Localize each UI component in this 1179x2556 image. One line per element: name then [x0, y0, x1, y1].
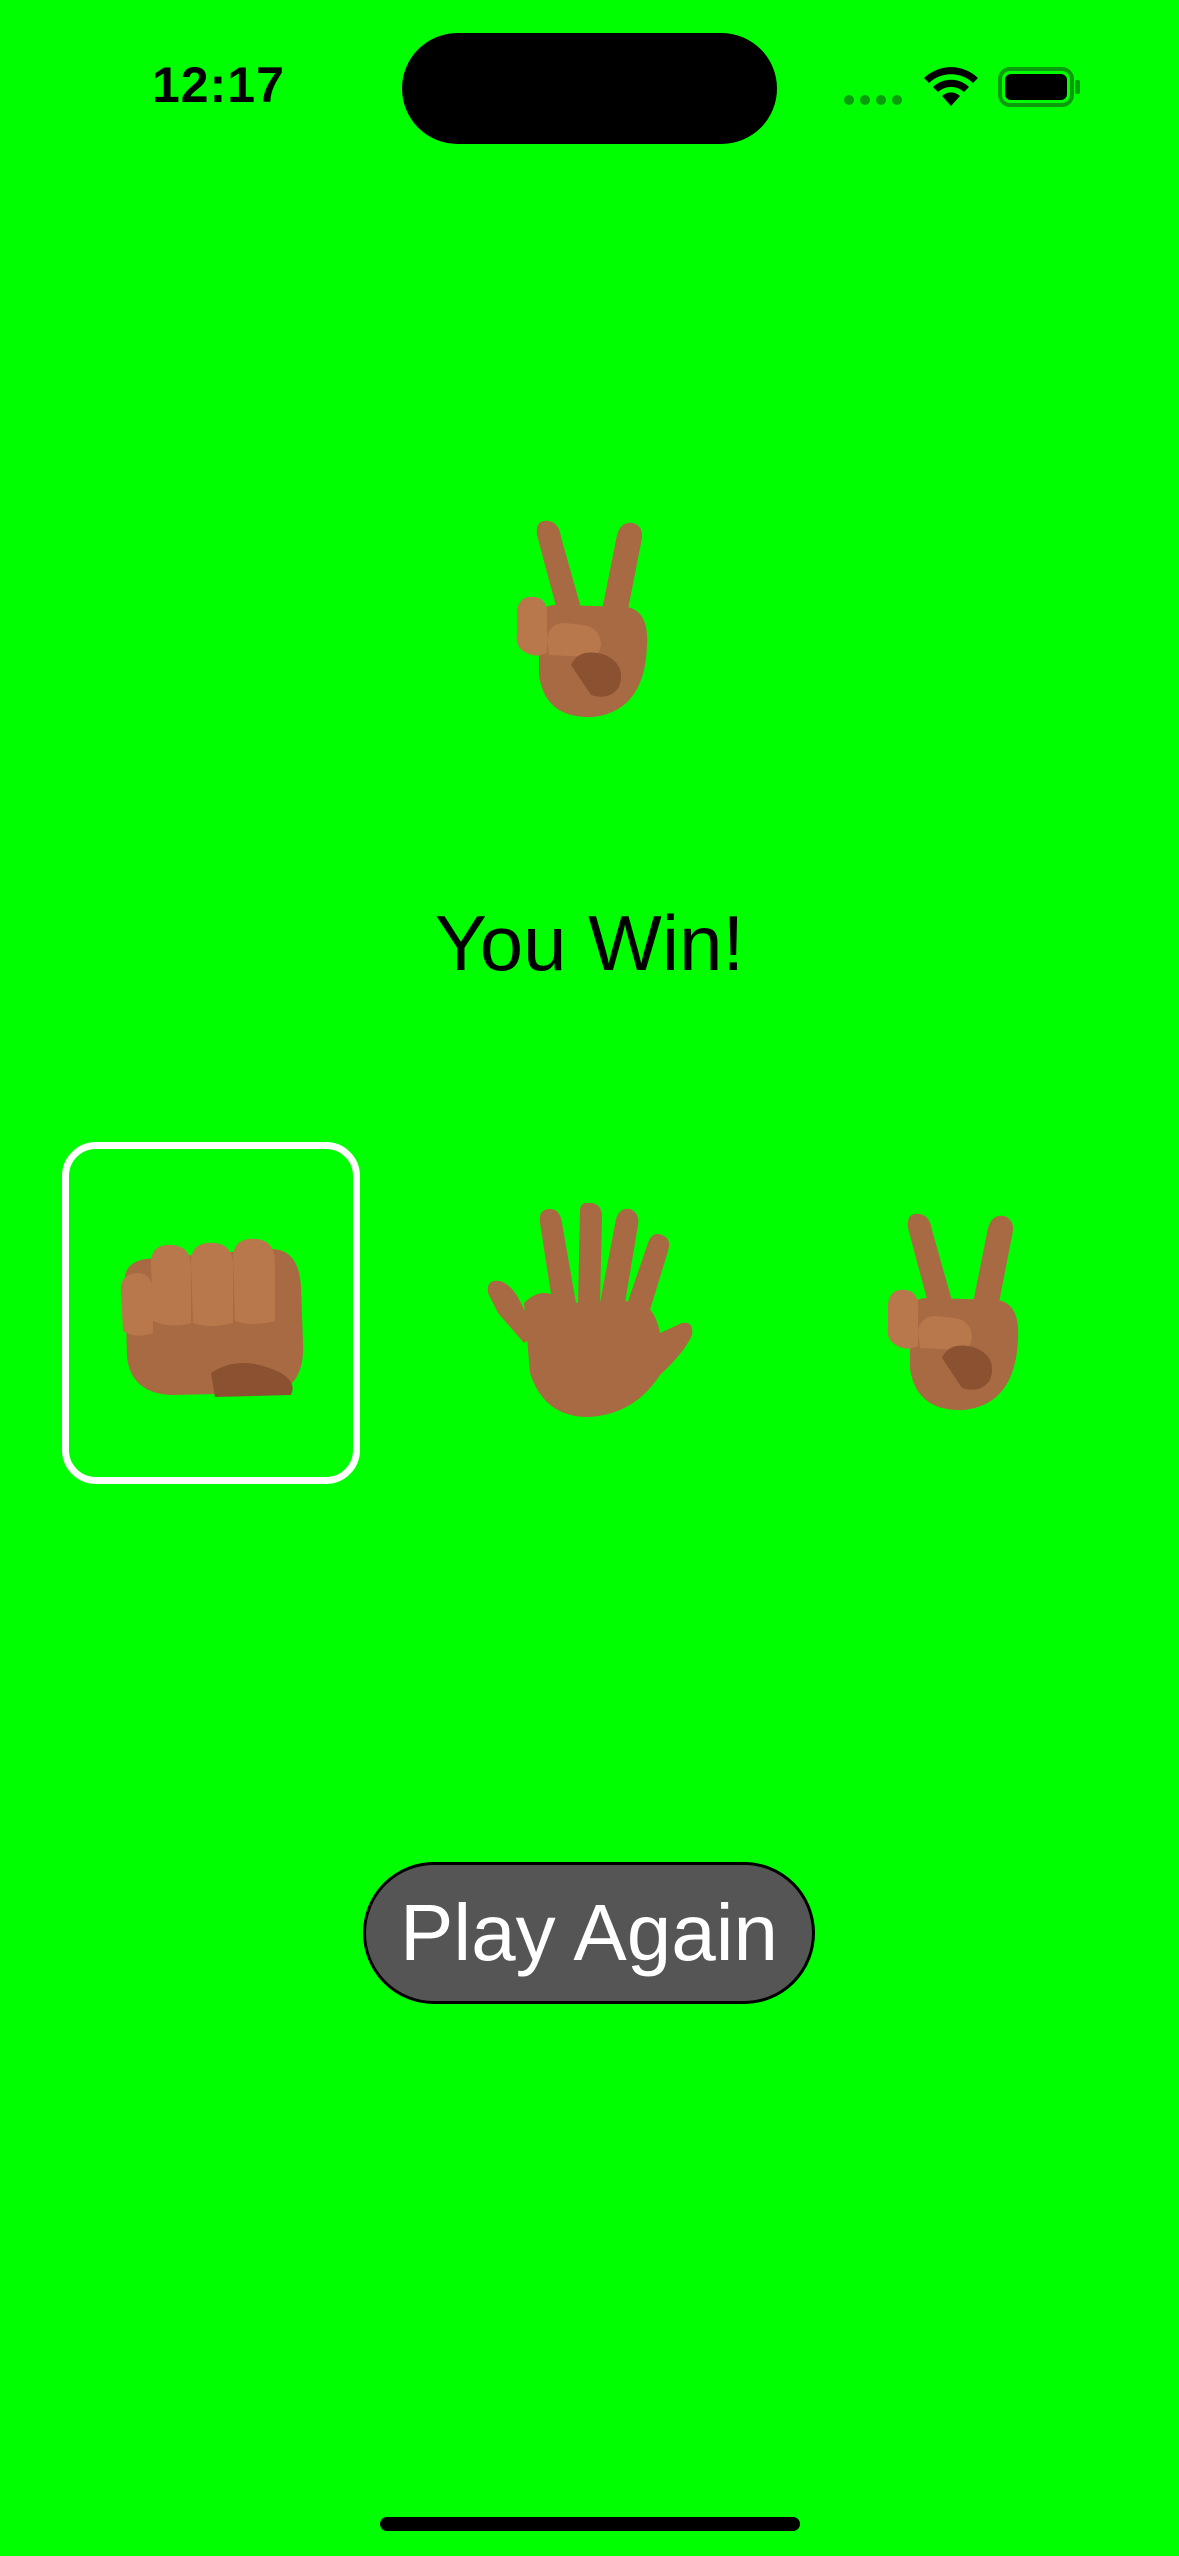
computer-choice-scissors-icon [439, 500, 739, 740]
battery-icon [998, 66, 1082, 108]
choice-scissors-button[interactable] [811, 1142, 1109, 1484]
status-time: 12:17 [152, 57, 285, 113]
choice-paper-button[interactable] [440, 1142, 738, 1484]
wifi-icon [922, 66, 980, 108]
open-hand-icon [484, 1203, 694, 1423]
home-indicator[interactable] [380, 2517, 800, 2531]
dynamic-island [402, 33, 777, 144]
play-again-button[interactable]: Play Again [363, 1862, 815, 2004]
signal-dots-icon [843, 93, 905, 107]
result-text: You Win! [434, 899, 745, 987]
fist-icon [111, 1223, 311, 1403]
choice-rock-button[interactable] [62, 1142, 360, 1484]
victory-hand-icon [880, 1208, 1040, 1418]
